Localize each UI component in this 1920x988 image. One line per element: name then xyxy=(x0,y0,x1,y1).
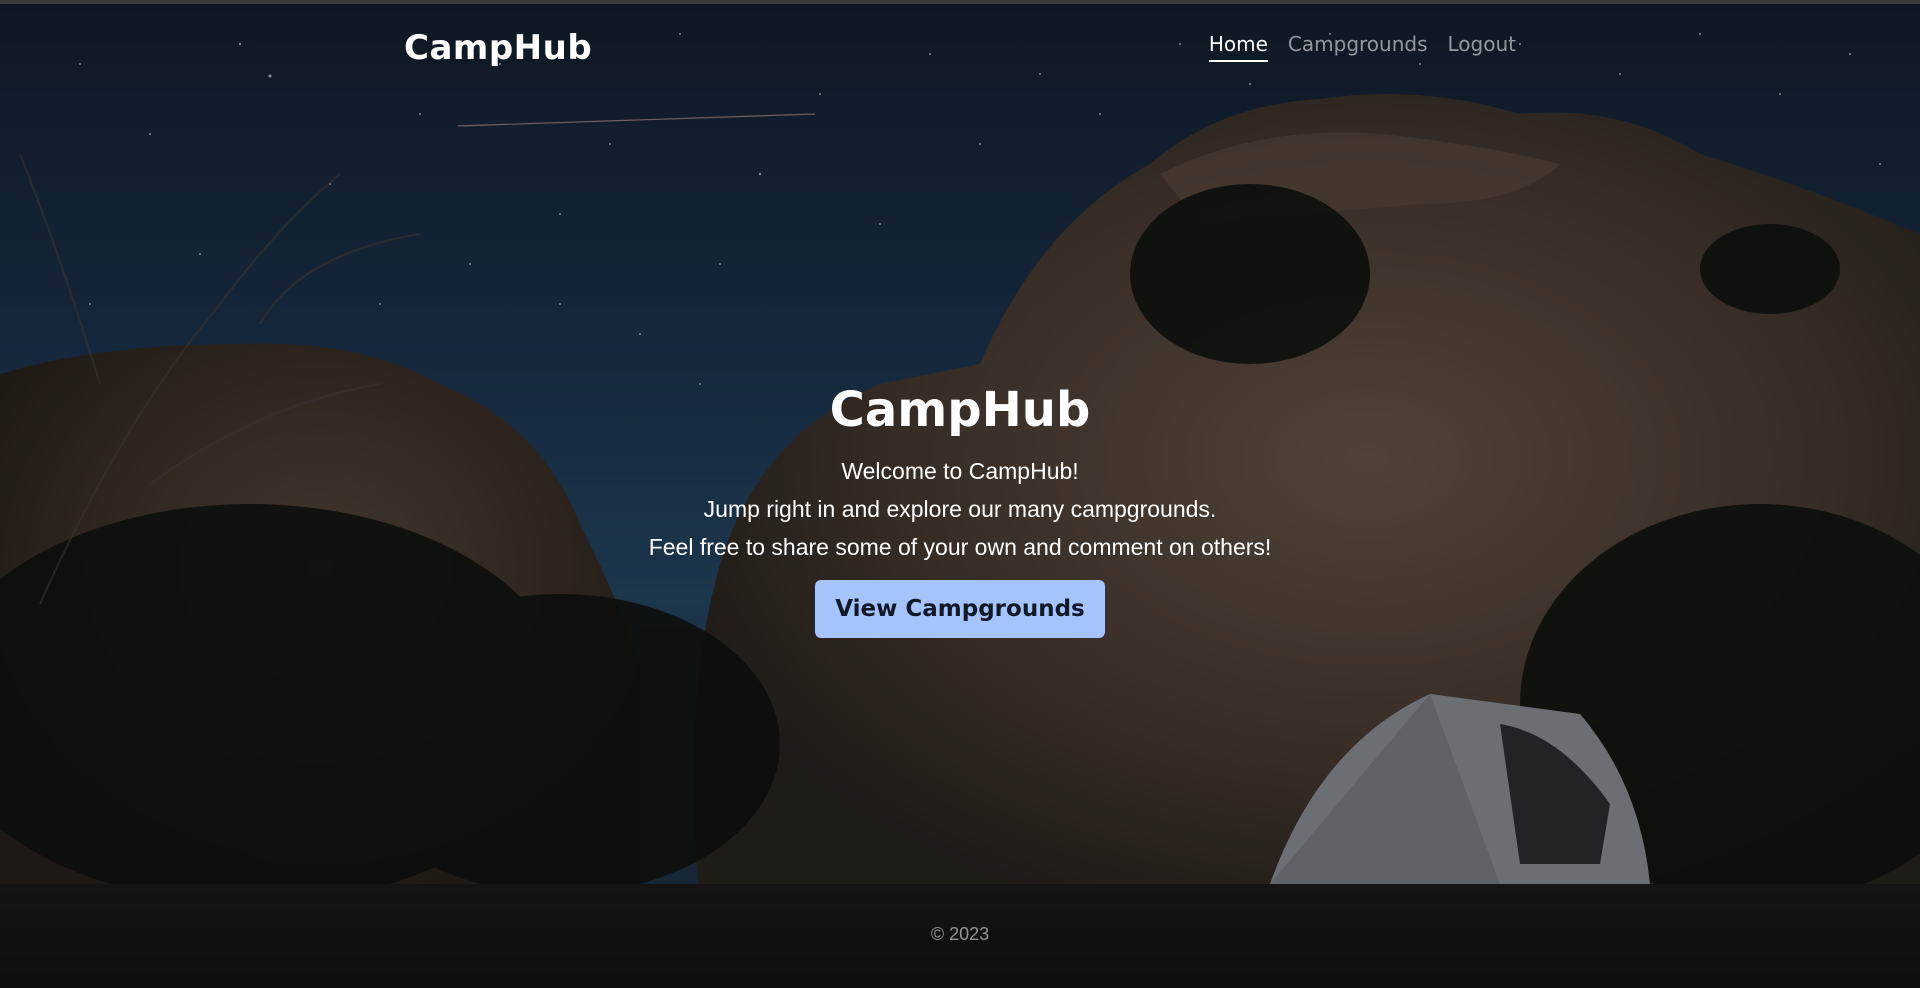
nav-link-logout[interactable]: Logout xyxy=(1448,32,1516,62)
nav-links: Home Campgrounds Logout xyxy=(1208,32,1516,62)
brand-logo[interactable]: CampHub xyxy=(404,28,592,68)
hero-text: Welcome to CampHub! Jump right in and ex… xyxy=(0,452,1920,566)
nav-link-campgrounds[interactable]: Campgrounds xyxy=(1288,32,1428,62)
hero: CampHub Welcome to CampHub! Jump right i… xyxy=(0,376,1920,638)
hero-title: CampHub xyxy=(829,382,1091,438)
hero-welcome-text: Welcome to CampHub! xyxy=(841,458,1079,484)
footer: © 2023 xyxy=(0,924,1920,945)
hero-share-text: Feel free to share some of your own and … xyxy=(648,534,1272,560)
copyright-text: © 2023 xyxy=(930,924,990,944)
nav-link-home[interactable]: Home xyxy=(1208,32,1268,62)
page: CampHub Home Campgrounds Logout CampHub … xyxy=(0,0,1920,988)
navbar: CampHub Home Campgrounds Logout xyxy=(404,4,1516,94)
view-campgrounds-button[interactable]: View Campgrounds xyxy=(815,580,1105,638)
hero-explore-text: Jump right in and explore our many campg… xyxy=(703,496,1217,522)
